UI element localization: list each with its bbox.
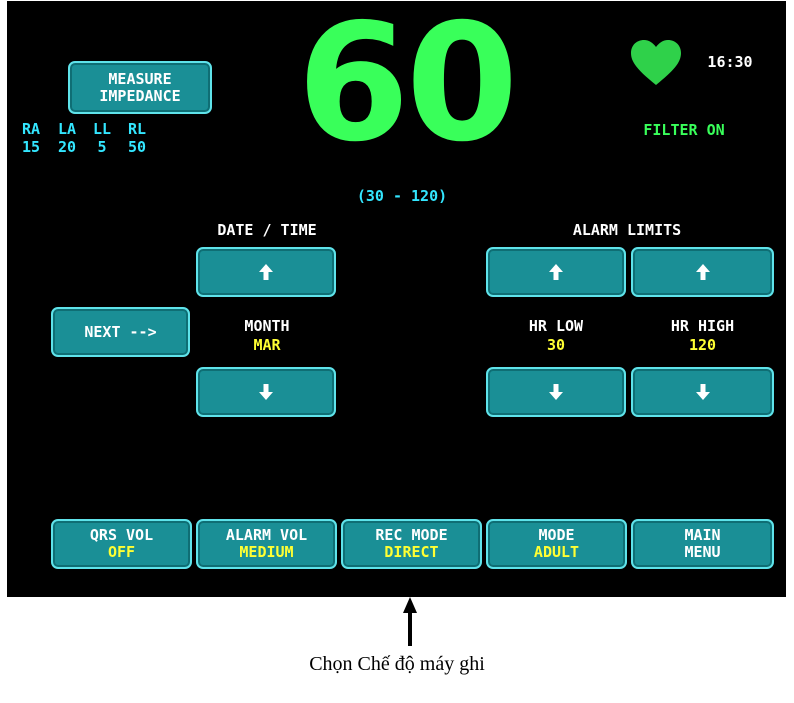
mode-button[interactable]: MODE ADULT (486, 519, 627, 569)
date-time-title: DATE / TIME (217, 221, 317, 239)
hr-high-label: HR HIGH (670, 317, 735, 335)
caption-text: Chọn Chế độ máy ghi (309, 653, 485, 675)
measure-impedance-button[interactable]: MEASURE IMPEDANCE (68, 61, 212, 114)
date-field-label: MONTH (244, 317, 290, 335)
main-menu-button[interactable]: MAIN MENU (631, 519, 774, 569)
rec-mode-button[interactable]: REC MODE DIRECT (341, 519, 482, 569)
rec-mode-value: DIRECT (384, 543, 439, 561)
hr-low-label: HR LOW (528, 317, 584, 335)
alarm-vol-value: MEDIUM (239, 543, 294, 561)
filter-status: FILTER ON (643, 121, 725, 139)
date-field-value: MAR (253, 336, 281, 354)
next-button[interactable]: NEXT --> (51, 307, 190, 357)
rec-mode-label: REC MODE (375, 526, 448, 544)
alarm-limits-title: ALARM LIMITS (572, 221, 682, 239)
measure-impedance-line2: IMPEDANCE (99, 86, 181, 105)
lead-value-rl: 50 (127, 138, 147, 156)
heart-rate-value: 60 (297, 1, 518, 178)
lead-value-ra: 15 (21, 138, 41, 156)
qrs-vol-label: QRS VOL (89, 526, 154, 544)
up-arrow-icon (259, 264, 273, 280)
alarm-vol-button[interactable]: ALARM VOL MEDIUM (196, 519, 337, 569)
mode-value: ADULT (533, 543, 580, 561)
lead-label-rl: RL (127, 120, 147, 138)
heart-rate-range: (30 - 120) (356, 187, 448, 205)
down-arrow-icon (695, 384, 710, 400)
up-arrow-icon (549, 264, 563, 280)
main-menu-label-line1: MAIN (684, 526, 721, 544)
hr-low-value: 30 (546, 336, 566, 354)
hr-low-down-button[interactable] (486, 367, 626, 417)
alarm-vol-label: ALARM VOL (225, 526, 308, 544)
measure-impedance-line1: MEASURE (108, 69, 172, 88)
lead-label-ra: RA (21, 120, 41, 138)
main-menu-label-line2: MENU (684, 543, 721, 561)
heart-icon (629, 39, 683, 91)
monitor-screen: MEASURE IMPEDANCE RA LA LL RL 15 20 5 50… (7, 1, 786, 597)
lead-value-ll: 5 (97, 138, 107, 156)
down-arrow-icon (549, 384, 563, 400)
pointer-arrow (400, 597, 420, 651)
hr-high-up-button[interactable] (631, 247, 774, 297)
hr-low-up-button[interactable] (486, 247, 626, 297)
mode-label: MODE (538, 526, 575, 544)
qrs-vol-value: OFF (107, 543, 136, 561)
lead-label-la: LA (57, 120, 77, 138)
date-up-button[interactable] (196, 247, 336, 297)
up-arrow-icon (695, 264, 710, 280)
lead-label-ll: LL (92, 120, 112, 138)
qrs-vol-button[interactable]: QRS VOL OFF (51, 519, 192, 569)
down-arrow-icon (259, 384, 273, 400)
clock-time: 16:30 (707, 53, 753, 71)
hr-high-down-button[interactable] (631, 367, 774, 417)
date-down-button[interactable] (196, 367, 336, 417)
next-button-label: NEXT --> (84, 322, 157, 341)
hr-high-value: 120 (688, 336, 717, 354)
lead-value-la: 20 (57, 138, 77, 156)
